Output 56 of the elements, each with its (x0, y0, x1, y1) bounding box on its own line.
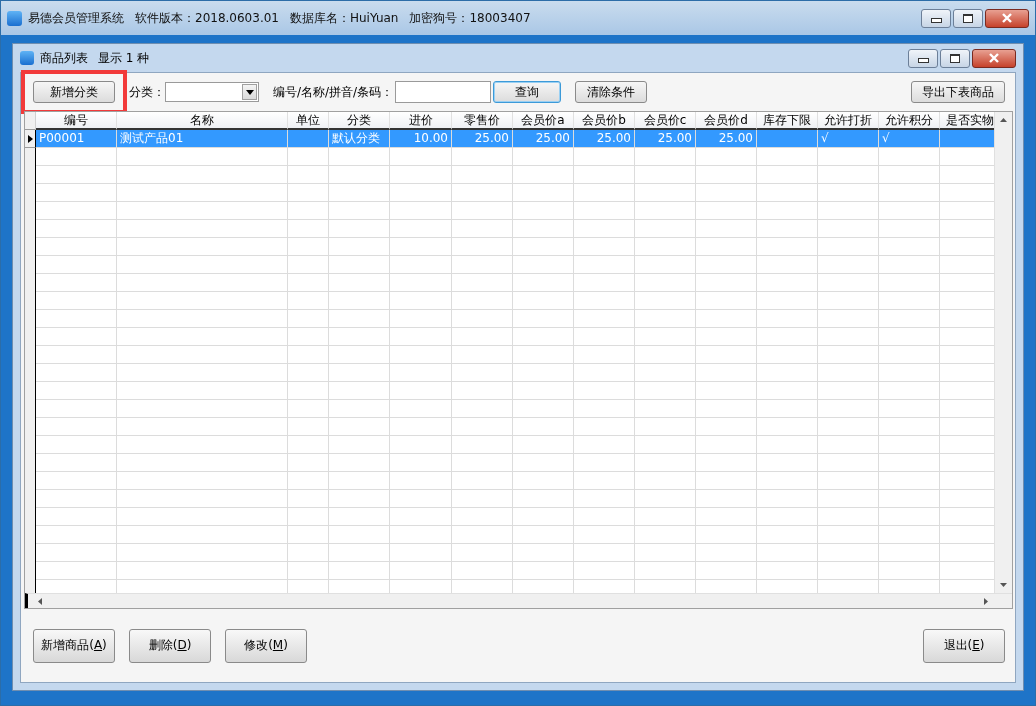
query-button[interactable]: 查询 (493, 81, 562, 103)
minimize-icon (917, 58, 929, 63)
header-corner (25, 112, 36, 130)
column-header[interactable]: 零售价 (452, 112, 513, 130)
window-title: 加密狗号：18003407 (409, 9, 531, 27)
column-header[interactable]: 会员价b (574, 112, 635, 130)
exit-button[interactable]: 退出(E) (923, 628, 1005, 663)
row-indicator[interactable] (25, 130, 36, 148)
column-header[interactable]: 会员价c (635, 112, 696, 130)
action-button[interactable]: 修改(M) (225, 628, 307, 663)
vertical-scrollbar[interactable] (994, 112, 1012, 593)
column-header[interactable]: 分类 (329, 112, 390, 130)
column-header[interactable]: 单位 (288, 112, 329, 130)
window-title: 数据库名：HuiYuan (290, 9, 399, 27)
add-category-button[interactable]: 新增分类 (33, 81, 115, 103)
maximize-button[interactable] (940, 48, 970, 68)
app-logo-icon (7, 10, 22, 26)
export-button[interactable]: 导出下表商品 (911, 81, 1005, 103)
category-label: 分类： (129, 83, 165, 101)
scroll-left-icon[interactable] (38, 597, 42, 605)
clear-conditions-button[interactable]: 清除条件 (575, 81, 648, 103)
search-field[interactable] (395, 81, 492, 103)
maximize-button[interactable] (953, 8, 983, 28)
maximize-icon (950, 53, 960, 63)
window-title: 易德会员管理系统 (28, 9, 124, 27)
column-header[interactable]: 进价 (390, 112, 452, 130)
minimize-icon (930, 18, 942, 23)
column-header[interactable]: 名称 (117, 112, 288, 130)
current-row-icon (27, 134, 33, 143)
item-count: 显示 1 种 (98, 49, 150, 67)
window-title: 商品列表 (40, 49, 88, 67)
scroll-right-icon[interactable] (984, 597, 988, 605)
dropdown-arrow-icon (245, 89, 254, 95)
close-button[interactable] (972, 48, 1016, 68)
column-header[interactable]: 库存下限 (757, 112, 818, 130)
horizontal-scrollbar[interactable] (25, 593, 1012, 608)
close-icon (1001, 13, 1013, 23)
close-button[interactable] (985, 8, 1029, 28)
column-header[interactable]: 是否实物 (940, 112, 994, 130)
column-header[interactable]: 会员价d (696, 112, 757, 130)
category-dropdown[interactable] (165, 82, 259, 102)
maximize-icon (963, 13, 973, 23)
minimize-button[interactable] (908, 48, 938, 68)
column-header[interactable]: 允许打折 (818, 112, 879, 130)
window-title: 软件版本：2018.0603.01 (135, 9, 279, 27)
search-label: 编号/名称/拼音/条码： (273, 83, 394, 101)
column-header[interactable]: 会员价a (513, 112, 574, 130)
scroll-down-icon[interactable] (1000, 583, 1007, 587)
close-icon (988, 53, 1000, 63)
column-header[interactable]: 允许积分 (879, 112, 940, 130)
action-button[interactable]: 新增商品(A) (33, 628, 115, 663)
column-header[interactable]: 编号 (36, 112, 117, 130)
action-button[interactable]: 删除(D) (129, 628, 211, 663)
minimize-button[interactable] (921, 8, 951, 28)
app-logo-icon (20, 51, 34, 65)
scroll-up-icon[interactable] (1000, 118, 1007, 122)
